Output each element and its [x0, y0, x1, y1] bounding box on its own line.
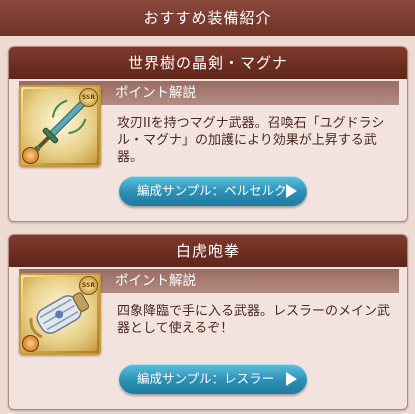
- section-title: おすすめ装備紹介: [143, 9, 272, 27]
- sample-build-button[interactable]: 編成サンプル：レスラー: [119, 364, 307, 394]
- rarity-badge: SSR: [79, 276, 98, 295]
- weapon-description: 攻刃IIを持つマグナ武器。召喚石「ユグドラシル・マグナ」の加護により効果が上昇す…: [117, 116, 385, 165]
- sample-build-button-label: 編成サンプル：レスラー: [137, 371, 275, 386]
- play-arrow-icon: [286, 372, 297, 386]
- weapon-card-2: 白虎咆拳 ポイント解説 SSR 四象降臨で手に入る武器。レスラーのメイン武器とし…: [8, 234, 408, 410]
- card-title: 世界樹の晶剣・マグナ: [9, 47, 407, 79]
- weapon-description: 四象降臨で手に入る武器。レスラーのメイン武器として使えるぞ！: [117, 304, 391, 336]
- sample-build-button[interactable]: 編成サンプル：ベルセルク: [119, 176, 307, 206]
- point-explanation-label: ポイント解説: [107, 269, 399, 293]
- card-title: 白虎咆拳: [9, 235, 407, 267]
- element-badge: [22, 147, 39, 164]
- point-explanation-label: ポイント解説: [107, 81, 399, 105]
- weapon-thumbnail[interactable]: SSR: [19, 273, 101, 355]
- rarity-badge: SSR: [79, 88, 98, 107]
- weapon-card-1: 世界樹の晶剣・マグナ ポイント解説 SSR 攻刃IIを持つマグナ武器。召喚石「ユ…: [8, 46, 408, 222]
- element-badge: [22, 335, 39, 352]
- section-header: おすすめ装備紹介: [0, 0, 415, 36]
- weapon-thumbnail[interactable]: SSR: [19, 85, 101, 167]
- sample-build-button-label: 編成サンプル：ベルセルク: [137, 183, 287, 198]
- play-arrow-icon: [286, 184, 297, 198]
